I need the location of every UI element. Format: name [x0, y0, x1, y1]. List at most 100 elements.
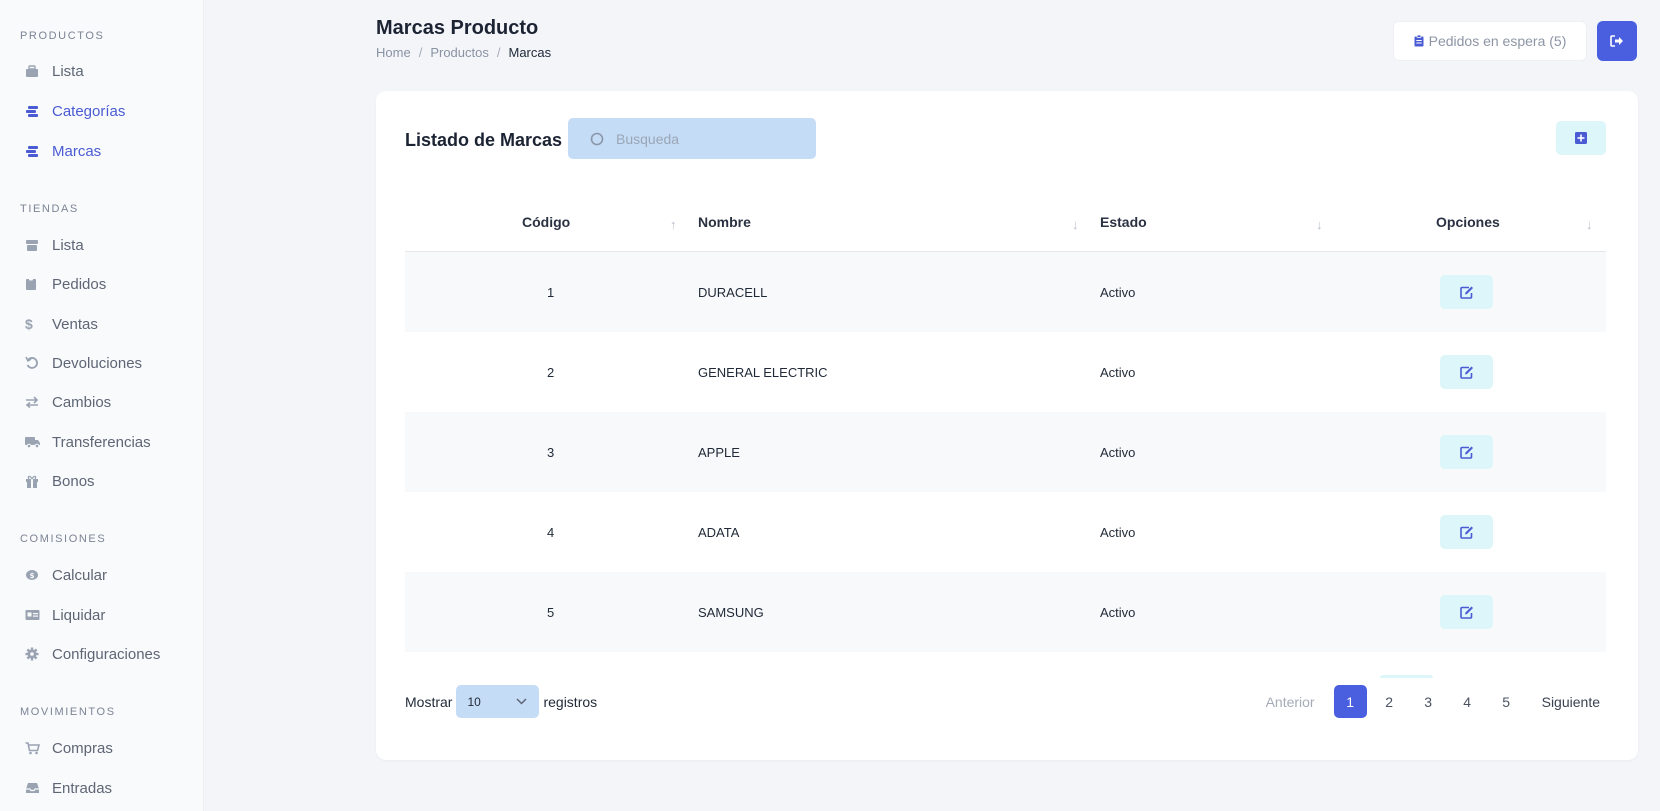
pagination-prev[interactable]: Anterior	[1266, 685, 1315, 718]
section-title-comisiones: COMISIONES	[20, 533, 107, 545]
brands-table: Código ↑ Nombre ↓ Estado ↓ Opciones ↓ 1 …	[405, 191, 1606, 652]
table-row: 3 APPLE Activo	[405, 412, 1606, 492]
sidebar-item-cambios[interactable]: Cambios	[20, 388, 190, 416]
edit-button[interactable]	[1440, 275, 1493, 309]
exchange-icon	[20, 396, 52, 408]
edit-icon	[1459, 366, 1474, 379]
brands-card: Listado de Marcas Código ↑ Nombre ↓ Esta…	[376, 91, 1638, 760]
dollar-icon: $	[25, 316, 33, 332]
card-title: Listado de Marcas	[405, 130, 563, 150]
column-header-codigo[interactable]: Código	[522, 191, 570, 252]
table-header: Código ↑ Nombre ↓ Estado ↓ Opciones ↓	[405, 191, 1606, 252]
edit-icon	[1459, 526, 1474, 539]
sidebar-item-label: Entradas	[52, 779, 113, 797]
gear-icon	[20, 647, 52, 661]
sidebar-item-devoluciones[interactable]: Devoluciones	[20, 349, 190, 377]
column-header-nombre[interactable]: Nombre	[698, 191, 751, 252]
edit-button[interactable]	[1440, 355, 1493, 389]
cell-code: 4	[547, 524, 555, 540]
sidebar-item-ventas[interactable]: $ Ventas	[20, 310, 190, 338]
cell-status: Activo	[1100, 364, 1136, 380]
pagination-page[interactable]: 1	[1333, 685, 1367, 718]
cell-code: 5	[547, 604, 555, 620]
sidebar-item-productos-lista[interactable]: Lista	[20, 57, 190, 85]
sidebar-item-label: Liquidar	[52, 606, 106, 624]
edit-button[interactable]	[1440, 515, 1493, 549]
pagination-page[interactable]: 5	[1490, 685, 1523, 718]
edit-button-partial[interactable]	[1380, 675, 1433, 678]
sidebar-item-marcas[interactable]: Marcas	[20, 137, 190, 165]
records-label: registros	[543, 693, 598, 710]
pending-orders-button[interactable]: Pedidos en espera (5)	[1393, 21, 1587, 61]
edit-button[interactable]	[1440, 595, 1493, 629]
pending-orders-label: Pedidos en espera (5)	[1428, 33, 1567, 49]
sidebar-item-pedidos[interactable]: Pedidos	[20, 270, 190, 298]
sidebar-item-label: Configuraciones	[52, 645, 161, 663]
sidebar-item-label: Compras	[52, 739, 113, 757]
breadcrumb-productos[interactable]: Productos	[430, 45, 489, 60]
cell-code: 2	[547, 364, 555, 380]
sort-desc-icon[interactable]: ↓	[1586, 217, 1593, 232]
box-icon	[20, 64, 52, 78]
logout-button[interactable]	[1597, 21, 1637, 61]
sidebar-item-configuraciones[interactable]: Configuraciones	[20, 640, 190, 668]
sidebar: PRODUCTOS Lista Categorías Marcas TIENDA…	[0, 0, 204, 811]
edit-icon	[1459, 606, 1474, 619]
page-title: Marcas Producto	[376, 17, 539, 39]
layers-icon	[20, 145, 52, 158]
coins-icon: $	[20, 569, 52, 582]
sidebar-item-label: Marcas	[52, 142, 102, 160]
breadcrumb: Home / Productos / Marcas	[376, 45, 551, 60]
sidebar-item-categorias[interactable]: Categorías	[20, 97, 190, 125]
pagination-page[interactable]: 2	[1373, 685, 1406, 718]
sort-desc-icon[interactable]: ↓	[1316, 217, 1323, 232]
sort-asc-icon[interactable]: ↑	[670, 217, 677, 232]
sidebar-item-tiendas-lista[interactable]: Lista	[20, 231, 190, 259]
svg-text:$: $	[30, 572, 35, 580]
sidebar-item-label: Bonos	[52, 472, 95, 490]
sidebar-item-calcular[interactable]: $ Calcular	[20, 561, 190, 589]
breadcrumb-home[interactable]: Home	[376, 45, 411, 60]
search-input[interactable]	[616, 130, 786, 147]
pagination-page[interactable]: 3	[1412, 685, 1445, 718]
show-label: Mostrar	[405, 693, 453, 710]
table-row: 1 DURACELL Activo	[405, 252, 1606, 332]
sidebar-item-label: Ventas	[52, 315, 98, 333]
sidebar-item-entradas[interactable]: Entradas	[20, 774, 190, 802]
column-header-opciones[interactable]: Opciones	[1436, 191, 1500, 252]
page-size-control: Mostrar 10 registros	[405, 685, 597, 718]
edit-icon	[1459, 446, 1474, 459]
sidebar-item-label: Devoluciones	[52, 354, 143, 372]
sort-desc-icon[interactable]: ↓	[1072, 217, 1079, 232]
clipboard-icon	[1414, 35, 1424, 47]
undo-icon	[20, 356, 52, 370]
pagination: Anterior 1 2 3 4 5 Siguiente	[1266, 685, 1609, 718]
pagination-page[interactable]: 4	[1451, 685, 1484, 718]
gift-icon	[20, 475, 52, 488]
sidebar-item-transferencias[interactable]: Transferencias	[20, 428, 190, 456]
breadcrumb-current: Marcas	[508, 45, 552, 60]
inbox-icon	[20, 782, 52, 794]
section-title-movimientos: MOVIMIENTOS	[20, 706, 116, 718]
cell-status: Activo	[1100, 444, 1136, 460]
cell-status: Activo	[1100, 524, 1136, 540]
table-row: 5 SAMSUNG Activo	[405, 572, 1606, 652]
column-header-estado[interactable]: Estado	[1100, 191, 1147, 252]
sidebar-item-compras[interactable]: Compras	[20, 734, 190, 762]
add-brand-button[interactable]	[1556, 121, 1606, 155]
sidebar-item-label: Pedidos	[52, 275, 107, 293]
search-icon	[590, 132, 604, 146]
section-title-tiendas: TIENDAS	[20, 203, 79, 215]
cell-status: Activo	[1100, 284, 1136, 300]
plus-square-icon	[1575, 132, 1587, 144]
cell-code: 1	[547, 284, 555, 300]
search-field[interactable]	[568, 118, 816, 159]
sidebar-item-liquidar[interactable]: Liquidar	[20, 601, 190, 629]
page-size-select[interactable]: 10	[456, 685, 540, 718]
edit-icon	[1459, 286, 1474, 299]
layers-icon	[20, 105, 52, 118]
sidebar-item-bonos[interactable]: Bonos	[20, 467, 190, 495]
pagination-next[interactable]: Siguiente	[1542, 685, 1609, 718]
edit-button[interactable]	[1440, 435, 1493, 469]
cell-name: ADATA	[698, 524, 740, 540]
